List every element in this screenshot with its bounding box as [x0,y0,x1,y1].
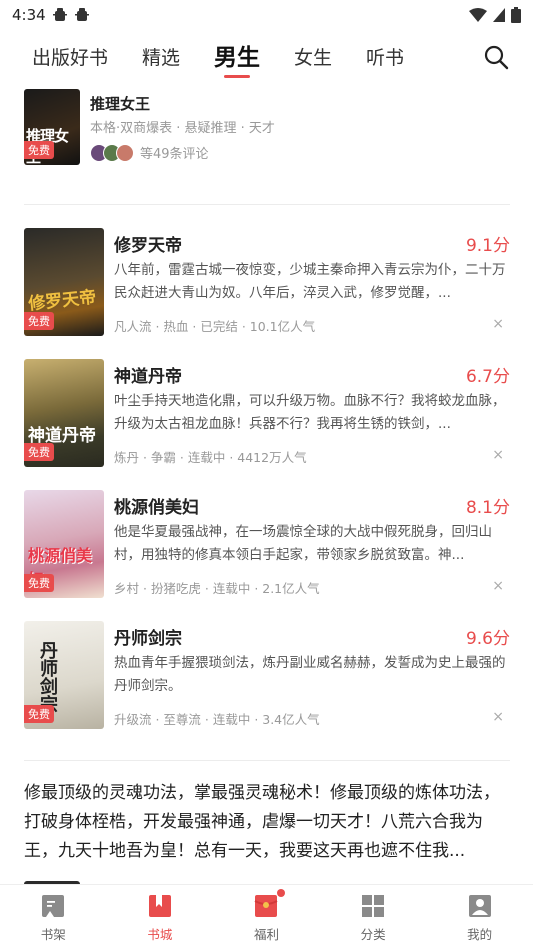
comment-summary[interactable]: 等49条评论 [90,143,209,162]
book-meta: 凡人流 · 热血 · 已完结 · 10.1亿人气 [114,319,316,334]
nav-category[interactable]: 分类 [320,885,427,948]
nav-label: 福利 [253,927,279,942]
book-description: 他是华夏最强战神，在一场震惊全球的大战中假死脱身，回归山村，用独特的修真本领白手… [114,524,492,563]
list-item[interactable]: 神道丹帝 免费 神道丹帝 6.7分 叶尘手持天地造化鼎，可以升级万物。血脉不行？… [24,359,510,469]
comment-count: 等49条评论 [140,147,209,162]
promo-text[interactable]: 修最顶级的灵魂功法，掌最强灵魂秘术！修最顶级的炼体功法，打破身体桎梏，开发最强神… [24,779,510,866]
book-cover[interactable]: 神道丹帝 免费 [24,359,104,467]
free-badge: 免费 [24,141,54,159]
close-icon[interactable]: × [492,709,504,725]
book-cover[interactable]: 修罗天帝 免费 [24,228,104,336]
cover-title: 修罗天帝 [27,287,98,315]
book-title[interactable]: 推理女王 [90,93,150,114]
book-description: 热血青年手握猥琐剑法，炼丹副业威名赫赫，发誓成为史上最强的丹师剑宗。 [114,655,506,694]
book-tags: 本格·双商爆表 · 悬疑推理 · 天才 [90,121,275,136]
status-time: 4:34 [12,6,46,24]
wifi-icon [469,8,487,22]
nav-label: 分类 [360,927,386,942]
book-score: 9.1分 [465,236,510,256]
nav-label: 书架 [40,927,66,942]
book-score: 8.1分 [465,498,510,518]
free-badge: 免费 [24,443,54,461]
debug-bug-icon [74,8,89,21]
book-score: 6.7分 [465,367,510,387]
nav-bookstore[interactable]: 书城 [107,885,214,948]
list-item[interactable]: 修罗天帝 免费 修罗天帝 9.1分 八年前，雷霆古城一夜惊变，少城主秦命押入青云… [24,228,510,338]
tab-male[interactable]: 男生 [214,38,260,84]
close-icon[interactable]: × [492,447,504,463]
signal-icon [493,8,505,22]
bookshelf-icon [42,895,65,917]
top-tab-bar: 出版好书 精选 男生 女生 听书 [0,36,533,84]
tab-female[interactable]: 女生 [294,43,332,84]
nav-label: 书城 [147,927,173,942]
tab-featured[interactable]: 精选 [142,43,180,84]
book-title[interactable]: 桃源俏美妇 [114,493,199,518]
book-cover[interactable]: 丹师剑宗 免费 [24,621,104,729]
bookstore-icon [148,895,171,917]
nav-bookshelf[interactable]: 书架 [0,885,107,948]
list-item[interactable]: 桃源俏美妇 免费 桃源俏美妇 8.1分 他是华夏最强战神，在一场震惊全球的大战中… [24,490,510,600]
book-meta: 乡村 · 扮猪吃虎 · 连载中 · 2.1亿人气 [114,581,320,596]
cover-title: 丹师剑宗 [37,641,58,713]
debug-bug-icon [52,8,67,21]
notification-dot [277,889,286,897]
book-score: 9.6分 [465,629,510,649]
avatar [116,143,134,162]
gift-icon [255,895,278,917]
close-icon[interactable]: × [492,578,504,594]
book-description: 八年前，雷霆古城一夜惊变，少城主秦命押入青云宗为仆，二十万民众赶进大青山为奴。八… [114,262,506,301]
book-meta: 炼丹 · 争霸 · 连载中 · 4412万人气 [114,450,307,465]
status-bar: 4:34 [0,0,533,30]
divider [24,204,510,205]
list-item[interactable]: 丹师剑宗 免费 丹师剑宗 9.6分 热血青年手握猥琐剑法，炼丹副业威名赫赫，发誓… [24,621,510,731]
divider [24,760,510,761]
book-cover[interactable]: 桃源俏美妇 免费 [24,490,104,598]
book-description: 叶尘手持天地造化鼎，可以升级万物。血脉不行？我将蛟龙血脉，升级为太古祖龙血脉！兵… [114,393,506,432]
nav-welfare[interactable]: 福利 [213,885,320,948]
search-icon[interactable] [483,44,509,70]
book-title[interactable]: 神道丹帝 [114,362,182,387]
nav-label: 我的 [467,927,493,942]
profile-icon [468,895,491,917]
free-badge: 免费 [24,312,54,330]
category-icon [362,895,385,917]
book-meta: 升级流 · 至尊流 · 连载中 · 3.4亿人气 [114,712,320,727]
battery-icon [511,7,521,23]
close-icon[interactable]: × [492,316,504,332]
book-cover[interactable]: 推理女王 免费 [24,89,80,165]
tab-publishing[interactable]: 出版好书 [32,43,108,84]
book-title[interactable]: 修罗天帝 [114,231,182,256]
book-card-featured[interactable]: 推理女王 免费 推理女王 本格·双商爆表 · 悬疑推理 · 天才 等49条评论 [24,89,510,167]
book-title[interactable]: 丹师剑宗 [114,624,182,649]
bottom-nav: 书架 书城 福利 分类 我的 [0,884,533,948]
free-badge: 免费 [24,705,54,723]
tab-audiobook[interactable]: 听书 [366,43,404,84]
nav-profile[interactable]: 我的 [426,885,533,948]
free-badge: 免费 [24,574,54,592]
